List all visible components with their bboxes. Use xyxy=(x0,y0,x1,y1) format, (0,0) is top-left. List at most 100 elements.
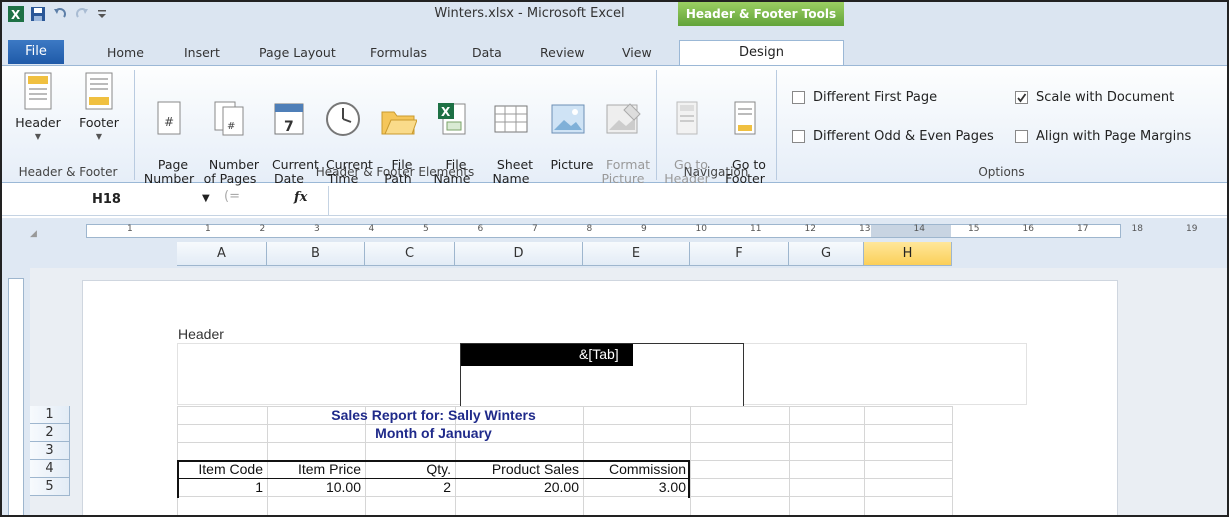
formula-cancel-icon[interactable]: (= xyxy=(224,189,244,211)
column-header-e[interactable]: E xyxy=(583,242,690,266)
cell[interactable]: Item Price xyxy=(267,460,365,478)
header-center-section[interactable]: &[Tab] xyxy=(460,343,744,407)
formula-bar: H18 ▼ (= fx xyxy=(2,186,1227,216)
footer-button[interactable]: Footer ▼ xyxy=(74,72,124,144)
ruler-number: 1 xyxy=(205,224,211,234)
go-to-footer-button[interactable]: Go to Footer xyxy=(720,72,770,200)
formula-input[interactable] xyxy=(336,191,1216,211)
tab-file[interactable]: File xyxy=(8,40,64,64)
row-headers: 12345 xyxy=(30,406,70,496)
sheet-name-button[interactable]: Sheet Name xyxy=(488,72,534,200)
option-align-with-margins[interactable]: Align with Page Margins xyxy=(1015,129,1191,144)
tab-data[interactable]: Data xyxy=(472,45,502,60)
cell[interactable]: Item Code xyxy=(177,460,267,478)
page-number-button[interactable]: # Page Number xyxy=(142,72,196,200)
option-different-odd-even[interactable]: Different Odd & Even Pages xyxy=(792,129,994,144)
ruler-number: 4 xyxy=(368,224,375,234)
ruler-number: 6 xyxy=(477,224,484,234)
select-all-icon[interactable]: ◢ xyxy=(30,229,37,239)
name-box-dropdown-icon[interactable]: ▼ xyxy=(202,193,210,204)
svg-text:#: # xyxy=(227,121,235,132)
row-header-3[interactable]: 3 xyxy=(30,442,70,460)
context-tab-title: Header & Footer Tools xyxy=(678,2,844,26)
tab-insert[interactable]: Insert xyxy=(184,45,220,60)
column-header-h[interactable]: H xyxy=(864,242,952,266)
checkbox[interactable] xyxy=(792,130,805,143)
column-header-b[interactable]: B xyxy=(267,242,365,266)
ruler-number: 8 xyxy=(586,224,593,234)
excel-file-icon: X xyxy=(438,103,466,135)
format-picture-button[interactable]: Format Picture xyxy=(598,72,650,200)
number-of-pages-icon: # xyxy=(214,101,244,136)
cell[interactable]: Qty. xyxy=(365,460,455,478)
svg-text:#: # xyxy=(164,115,174,129)
column-header-g[interactable]: G xyxy=(789,242,864,266)
vertical-ruler-strip xyxy=(8,278,24,515)
cell[interactable]: 2 xyxy=(365,478,455,496)
checkbox[interactable] xyxy=(792,91,805,104)
option-label: Scale with Document xyxy=(1036,90,1175,105)
header-tab-code[interactable]: &[Tab] xyxy=(579,346,619,362)
tab-page-layout[interactable]: Page Layout xyxy=(259,45,336,60)
option-label: Different First Page xyxy=(813,90,938,105)
ruler-number: 12 xyxy=(804,224,816,234)
ruler-number: 2 xyxy=(259,224,266,234)
option-label: Align with Page Margins xyxy=(1036,129,1192,144)
header-button[interactable]: Header ▼ xyxy=(14,72,62,144)
row-header-2[interactable]: 2 xyxy=(30,424,70,442)
vertical-ruler[interactable] xyxy=(2,268,30,515)
footer-label: Footer xyxy=(79,115,119,130)
row-header-4[interactable]: 4 xyxy=(30,460,70,478)
ruler-number: 14 xyxy=(913,224,925,234)
cell[interactable]: Commission xyxy=(583,460,690,478)
gridline xyxy=(789,406,790,515)
footer-dropdown-icon[interactable]: ▼ xyxy=(74,130,124,144)
tab-formulas[interactable]: Formulas xyxy=(370,45,427,60)
file-name-button[interactable]: X File Name xyxy=(430,72,474,200)
cell[interactable]: Product Sales xyxy=(455,460,583,478)
row-header-1[interactable]: 1 xyxy=(30,406,70,424)
file-path-button[interactable]: File Path xyxy=(376,72,420,200)
excel-window: X Winters.xlsx - Microsoft Excel Header … xyxy=(0,0,1229,517)
insert-function-icon[interactable]: fx xyxy=(294,190,307,205)
number-of-pages-button[interactable]: # Number of Pages xyxy=(200,72,260,200)
tab-view[interactable]: View xyxy=(622,45,652,60)
horizontal-ruler[interactable]: 1 1 2 3 4 5 6 7 8 9 10 11 12 13 14 15 16 17 18 19 xyxy=(86,224,1197,238)
group-label-elements: Header & Footer Elements xyxy=(315,165,475,179)
cell[interactable]: 1 xyxy=(177,478,267,496)
column-header-f[interactable]: F xyxy=(690,242,789,266)
row-header-5[interactable]: 5 xyxy=(30,478,70,496)
name-box[interactable]: H18 xyxy=(12,189,222,211)
column-header-d[interactable]: D xyxy=(455,242,583,266)
cell[interactable]: 10.00 xyxy=(267,478,365,496)
current-date-button[interactable]: 7 Current Date xyxy=(264,72,319,200)
option-different-first-page[interactable]: Different First Page xyxy=(792,90,937,105)
ruler-highlight xyxy=(871,225,951,237)
current-time-button[interactable]: Current Time xyxy=(318,72,373,200)
cell[interactable]: Month of January xyxy=(177,424,690,442)
tab-design[interactable]: Design xyxy=(679,40,844,66)
group-label-navigation: Navigation xyxy=(683,165,749,179)
header-icon xyxy=(24,72,52,110)
checkbox-checked[interactable] xyxy=(1015,91,1028,104)
ruler-number: 16 xyxy=(1022,224,1034,234)
ruler-number: 7 xyxy=(532,224,538,234)
formula-divider xyxy=(328,186,329,216)
ruler-number: 3 xyxy=(314,224,320,234)
column-header-a[interactable]: A xyxy=(177,242,267,266)
cell[interactable]: 3.00 xyxy=(583,478,690,496)
group-label-options: Options xyxy=(978,165,1025,179)
cell[interactable]: Sales Report for: Sally Winters xyxy=(177,406,690,424)
go-to-header-button[interactable]: Go to Header xyxy=(662,72,712,200)
checkbox[interactable] xyxy=(1015,130,1028,143)
svg-text:X: X xyxy=(441,105,451,119)
tab-home[interactable]: Home xyxy=(107,45,144,60)
tab-review[interactable]: Review xyxy=(540,45,585,60)
option-scale-with-document[interactable]: Scale with Document xyxy=(1015,90,1174,105)
calendar-icon: 7 xyxy=(274,103,304,135)
worksheet-grid[interactable]: Sales Report for: Sally Winters Month of … xyxy=(177,406,953,515)
ruler-number: 11 xyxy=(750,224,762,234)
column-header-c[interactable]: C xyxy=(365,242,455,266)
cell[interactable]: 20.00 xyxy=(455,478,583,496)
header-dropdown-icon[interactable]: ▼ xyxy=(14,130,62,144)
